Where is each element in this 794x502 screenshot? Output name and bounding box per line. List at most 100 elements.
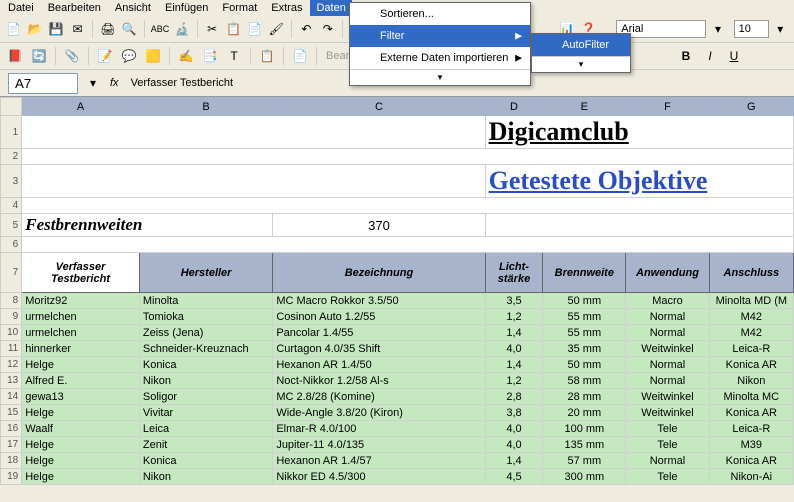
clipboard2-icon[interactable]: 📋 (256, 45, 278, 67)
data-cell[interactable]: Zeiss (Jena) (139, 325, 272, 341)
data-cell[interactable]: Normal (626, 453, 709, 469)
data-cell[interactable]: MC 2.8/28 (Komine) (273, 389, 485, 405)
doc-icon[interactable]: 📄 (289, 45, 311, 67)
col-g[interactable]: G (709, 98, 793, 116)
data-cell[interactable]: hinnerker (22, 341, 140, 357)
data-cell[interactable]: Helge (22, 437, 140, 453)
open-icon[interactable]: 📂 (25, 18, 44, 40)
data-cell[interactable]: Konica AR (709, 357, 793, 373)
paste-icon[interactable]: 📄 (245, 18, 264, 40)
review-icon[interactable]: 💬 (118, 45, 140, 67)
mnu-bearbeiten[interactable]: Bearbeiten (42, 0, 107, 16)
data-cell[interactable]: 50 mm (543, 357, 626, 373)
data-cell[interactable]: Minolta (139, 293, 272, 309)
data-cell[interactable]: 55 mm (543, 309, 626, 325)
menu-expand-icon[interactable]: ▾ (350, 69, 530, 85)
row-16[interactable]: 16 (1, 421, 22, 437)
hdr-anwend[interactable]: Anwendung (626, 253, 709, 293)
data-cell[interactable]: Konica AR (709, 405, 793, 421)
hdr-bezeichnung[interactable]: Bezeichnung (273, 253, 485, 293)
row-10[interactable]: 10 (1, 325, 22, 341)
row-2[interactable]: 2 (1, 149, 22, 165)
data-cell[interactable]: Macro (626, 293, 709, 309)
data-cell[interactable]: 3,5 (485, 293, 543, 309)
data-cell[interactable]: Hexanon AR 1.4/50 (273, 357, 485, 373)
data-cell[interactable]: Nikon (709, 373, 793, 389)
data-cell[interactable]: Waalf (22, 421, 140, 437)
attach-icon[interactable]: 📎 (61, 45, 83, 67)
data-cell[interactable]: 100 mm (543, 421, 626, 437)
mail-icon[interactable]: ✉ (68, 18, 87, 40)
data-cell[interactable]: MC Macro Rokkor 3.5/50 (273, 293, 485, 309)
data-cell[interactable]: 58 mm (543, 373, 626, 389)
row-1[interactable]: 1 (1, 116, 22, 149)
row-19[interactable]: 19 (1, 469, 22, 485)
data-cell[interactable]: 2,8 (485, 389, 543, 405)
data-cell[interactable]: Wide-Angle 3.8/20 (Kiron) (273, 405, 485, 421)
row-12[interactable]: 12 (1, 357, 22, 373)
data-cell[interactable]: Nikon (139, 373, 272, 389)
data-cell[interactable]: Helge (22, 469, 140, 485)
research-icon[interactable]: 🔬 (172, 18, 191, 40)
menu-import[interactable]: Externe Daten importieren▶ (350, 47, 530, 69)
mnu-datei[interactable]: Datei (2, 0, 40, 16)
data-cell[interactable]: Soligor (139, 389, 272, 405)
font-dropdown-icon[interactable]: ▾ (708, 18, 727, 40)
col-a[interactable]: A (22, 98, 140, 116)
data-cell[interactable]: 57 mm (543, 453, 626, 469)
data-cell[interactable]: Normal (626, 357, 709, 373)
data-cell[interactable]: Tele (626, 469, 709, 485)
row-15[interactable]: 15 (1, 405, 22, 421)
submenu-expand-icon[interactable]: ▾ (532, 56, 630, 72)
data-cell[interactable]: 35 mm (543, 341, 626, 357)
save-icon[interactable]: 💾 (47, 18, 66, 40)
data-cell[interactable]: Konica (139, 453, 272, 469)
fx-icon[interactable]: fx (110, 77, 119, 89)
preview-icon[interactable]: 🔍 (120, 18, 139, 40)
cut-icon[interactable]: ✂ (203, 18, 222, 40)
data-cell[interactable]: 135 mm (543, 437, 626, 453)
data-cell[interactable]: Helge (22, 405, 140, 421)
data-cell[interactable]: 1,4 (485, 357, 543, 373)
data-cell[interactable]: 3,8 (485, 405, 543, 421)
row-9[interactable]: 9 (1, 309, 22, 325)
row-7[interactable]: 7 (1, 253, 22, 293)
pdf-icon[interactable]: 📕 (4, 45, 26, 67)
cellref-dropdown-icon[interactable]: ▾ (82, 72, 104, 94)
sign-icon[interactable]: ✍ (175, 45, 197, 67)
menu-filter[interactable]: Filter▶ (350, 25, 530, 47)
hdr-licht[interactable]: Licht-stärke (485, 253, 543, 293)
size-select[interactable] (734, 20, 769, 38)
data-cell[interactable]: 300 mm (543, 469, 626, 485)
bold-icon[interactable]: B (675, 45, 697, 67)
data-cell[interactable]: Jupiter-11 4.0/135 (273, 437, 485, 453)
data-cell[interactable]: Noct-Nikkor 1.2/58 Al-s (273, 373, 485, 389)
data-cell[interactable]: Pancolar 1.4/55 (273, 325, 485, 341)
data-cell[interactable]: 4,0 (485, 437, 543, 453)
mnu-daten[interactable]: Daten (310, 0, 351, 16)
col-c[interactable]: C (273, 98, 485, 116)
data-cell[interactable]: Konica (139, 357, 272, 373)
row-4[interactable]: 4 (1, 198, 22, 214)
data-cell[interactable]: Vivitar (139, 405, 272, 421)
highlight-icon[interactable]: 🟨 (142, 45, 164, 67)
data-cell[interactable]: M42 (709, 309, 793, 325)
data-cell[interactable]: Tele (626, 421, 709, 437)
row-17[interactable]: 17 (1, 437, 22, 453)
row-8[interactable]: 8 (1, 293, 22, 309)
data-cell[interactable]: Schneider-Kreuznach (139, 341, 272, 357)
underline-icon[interactable]: U (723, 45, 745, 67)
col-b[interactable]: B (139, 98, 272, 116)
data-cell[interactable]: M42 (709, 325, 793, 341)
col-e[interactable]: E (543, 98, 626, 116)
undo-icon[interactable]: ↶ (297, 18, 316, 40)
data-cell[interactable]: Normal (626, 309, 709, 325)
data-cell[interactable]: 4,5 (485, 469, 543, 485)
menu-autofilter[interactable]: AutoFilter (532, 34, 630, 56)
data-cell[interactable]: Leica-R (709, 421, 793, 437)
data-cell[interactable]: Elmar-R 4.0/100 (273, 421, 485, 437)
data-cell[interactable]: 55 mm (543, 325, 626, 341)
data-cell[interactable]: Minolta MD (M (709, 293, 793, 309)
data-cell[interactable]: 1,2 (485, 309, 543, 325)
cell-reference[interactable] (8, 73, 78, 94)
